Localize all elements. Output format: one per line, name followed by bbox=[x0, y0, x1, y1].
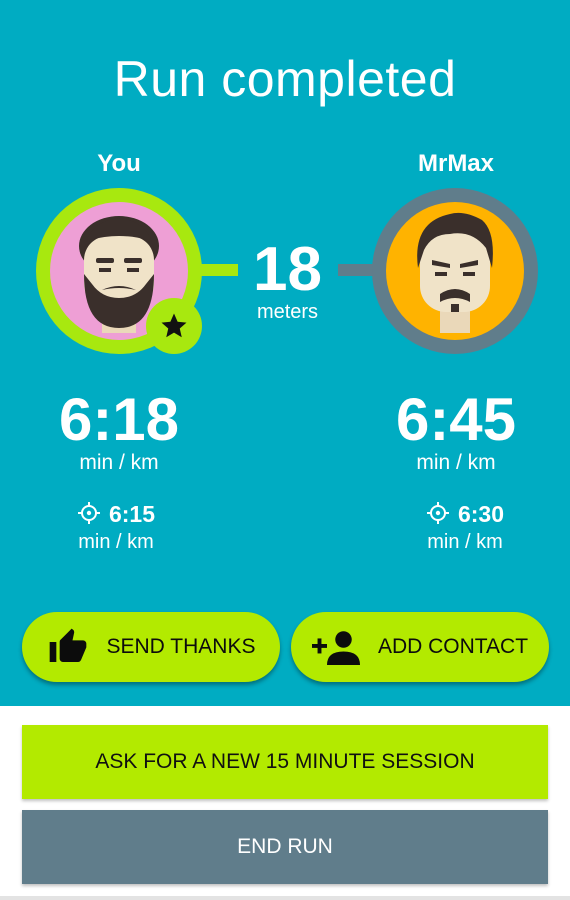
send-thanks-button[interactable]: SEND THANKS bbox=[22, 612, 280, 682]
target-pace-you: 6:15 min / km bbox=[26, 499, 206, 555]
target-pace-value: 6:30 bbox=[457, 501, 505, 527]
runner-name-mrmax: MrMax bbox=[417, 150, 495, 177]
new-session-button[interactable]: ASK FOR A NEW 15 MINUTE SESSION bbox=[22, 725, 548, 799]
avatar-mrmax bbox=[372, 188, 538, 354]
winner-badge bbox=[146, 298, 202, 354]
target-pace-unit: min / km bbox=[78, 531, 154, 553]
add-person-icon bbox=[311, 629, 360, 665]
pace-unit: min / km bbox=[416, 451, 496, 474]
pace-value: 6:45 bbox=[395, 386, 517, 453]
distance-unit: meters bbox=[256, 301, 319, 323]
pace-unit: min / km bbox=[79, 451, 159, 474]
target-pace-mrmax: 6:30 min / km bbox=[375, 499, 555, 555]
bottom-divider bbox=[0, 896, 570, 900]
target-pace-value: 6:15 bbox=[108, 501, 156, 527]
end-run-label: END RUN bbox=[237, 835, 333, 858]
pace-mrmax: 6:45 min / km bbox=[366, 390, 546, 476]
crosshair-icon bbox=[426, 502, 449, 524]
star-icon bbox=[161, 313, 187, 338]
new-session-label: ASK FOR A NEW 15 MINUTE SESSION bbox=[95, 750, 475, 773]
end-run-button[interactable]: END RUN bbox=[22, 810, 548, 884]
distance-value: 18 bbox=[253, 235, 322, 304]
pace-you: 6:18 min / km bbox=[29, 390, 209, 476]
distance-gap: 18 meters bbox=[225, 235, 350, 323]
pace-value: 6:18 bbox=[58, 386, 180, 453]
avatar-you bbox=[36, 188, 202, 354]
add-contact-label: ADD CONTACT bbox=[377, 635, 529, 658]
add-contact-button[interactable]: ADD CONTACT bbox=[291, 612, 549, 682]
target-pace-unit: min / km bbox=[427, 531, 503, 553]
runner-name-you: You bbox=[97, 150, 141, 177]
page-title: Run completed bbox=[113, 51, 457, 107]
thumbs-up-icon bbox=[47, 627, 89, 667]
crosshair-icon bbox=[77, 502, 100, 524]
moustache-man-avatar-icon bbox=[386, 202, 524, 340]
send-thanks-label: SEND THANKS bbox=[106, 635, 256, 658]
